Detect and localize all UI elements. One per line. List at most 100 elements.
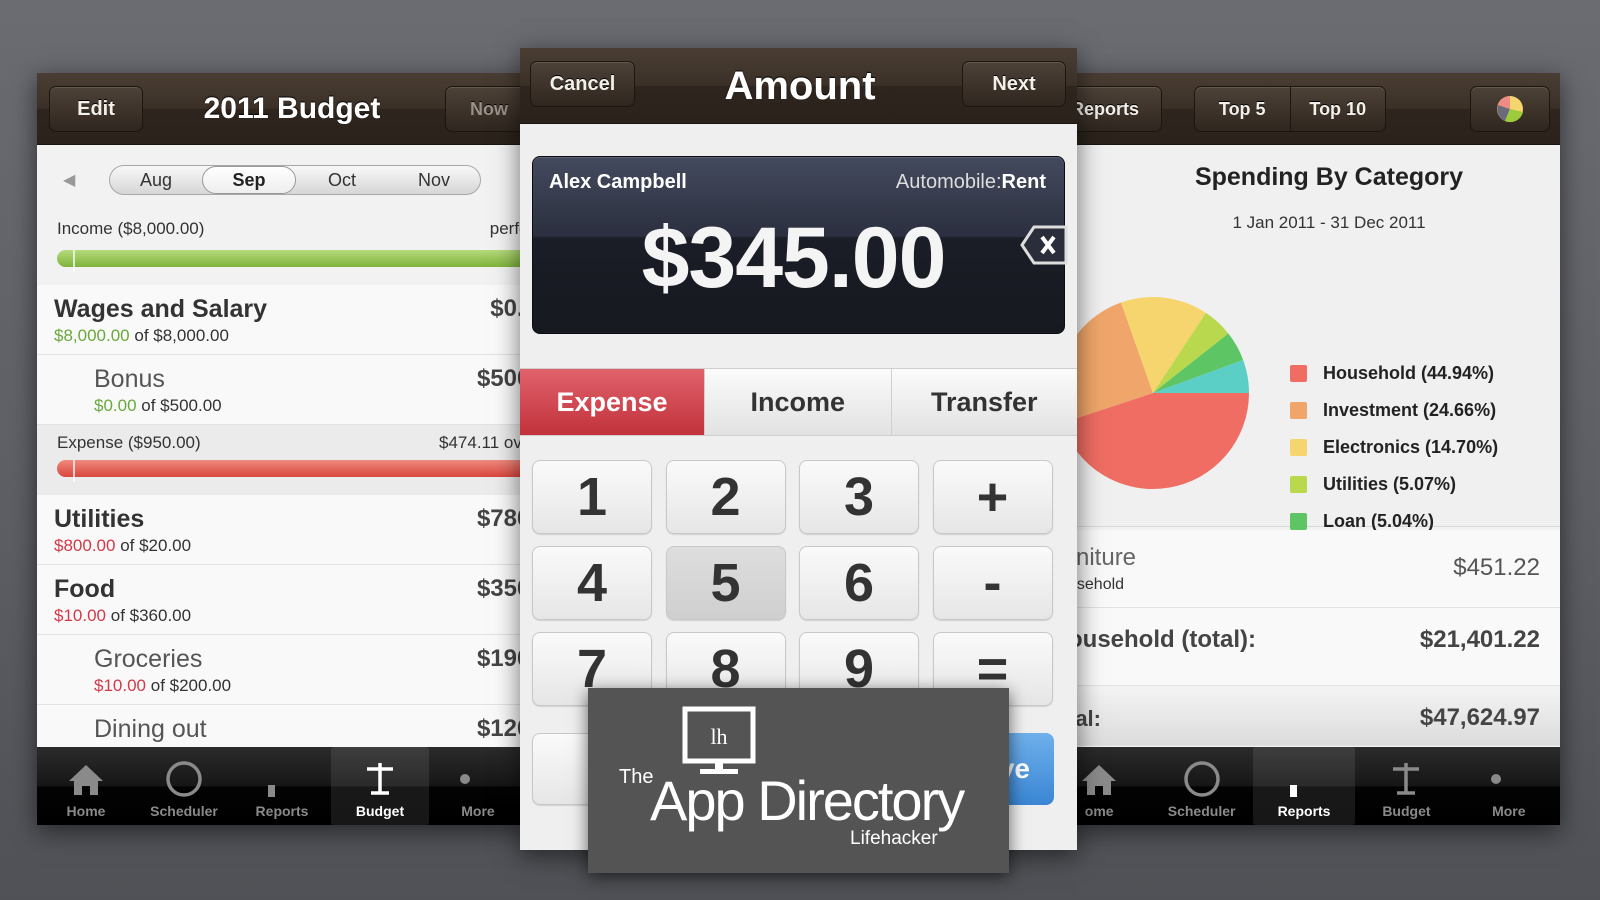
type-income[interactable]: Income [704,369,891,435]
prev-month-arrow[interactable]: ◀ [63,170,75,190]
chart-type-button[interactable] [1470,86,1550,132]
legend-label: Electronics (14.70%) [1323,437,1499,457]
tab-label: Home [66,803,106,819]
tab-label: Budget [355,803,405,819]
budget-row[interactable]: Wages and Salary $8,000.00 of $8,000.00 $0… [37,285,527,355]
key-1[interactable]: 1 [532,460,652,534]
tab-budget[interactable]: Budget [331,747,429,825]
category-name: Rent [1001,171,1046,193]
category-progress: $0.00 of $500.00 [94,396,222,416]
amount-navbar: Cancel Amount Next [520,48,1077,124]
income-progress-bar [57,250,527,272]
chart-subtitle: 1 Jan 2011 - 31 Dec 2011 [1232,213,1426,232]
budget-row[interactable]: Bonus$0.00 of $500.00$500.L [37,355,527,425]
clock-icon [1183,761,1220,797]
key-3[interactable]: 3 [799,460,919,534]
pie-chart [1068,297,1249,489]
tab-reports[interactable]: Reports [233,747,331,825]
the-label: The [619,766,654,788]
type-expense[interactable]: Expense [520,369,704,435]
next-button[interactable]: Next [962,61,1066,107]
tab-label: More [1492,803,1526,819]
tab-ome[interactable]: ome [1068,747,1150,825]
legend-item: Investment (24.66%) [1290,392,1498,429]
budget-row[interactable]: Food$10.00 of $360.00$350.L [37,565,527,635]
category-name: Utilities [54,505,145,533]
legend-item: Utilities (5.07%) [1290,466,1498,503]
expense-header-status: $474.11 over [439,433,527,452]
row-amount: $47,624.97 [1419,704,1540,731]
tab-label: Budget [1382,803,1431,819]
scales-icon [367,763,393,795]
top10-button[interactable]: Top 10 [1291,87,1386,131]
grand-total-row: tal: $47,624.97 [1068,686,1560,746]
tab-reports[interactable]: Reports [1252,747,1356,825]
key-2[interactable]: 2 [665,460,786,534]
budget-amount: of $360.00 [110,606,192,625]
category-progress: $8,000.00 of $8,000.00 [54,326,229,346]
more-icon [1490,774,1501,784]
legend-swatch [1290,402,1307,419]
cancel-button[interactable]: Cancel [530,61,635,107]
budget-screen: Edit 2011 Budget Now ◀ Aug Sep Oct Nov Inco… [37,73,527,825]
row-name: rniture [1068,544,1137,571]
reports-back-button[interactable]: Reports [1068,86,1162,132]
page-title: 2011 Budget [203,92,381,125]
income-header-label: Income ($8,000.00) [57,219,205,238]
now-button[interactable]: Now [445,86,527,132]
payee-label: Alex Campbell [549,171,687,193]
tab-more[interactable]: More [429,747,527,825]
category-progress: $800.00 of $20.00 [54,536,191,556]
legend-label: Household (44.94%) [1323,363,1495,383]
backspace-icon [1020,225,1068,265]
tab-more[interactable]: More [1458,747,1560,825]
key-6[interactable]: 6 [799,546,919,620]
publisher-name: Lifehacker [850,828,938,849]
more-icon [460,774,470,784]
tab-scheduler[interactable]: Scheduler [1150,747,1252,825]
spent-amount: $10.00 [54,606,106,625]
month-oct[interactable]: Oct [296,170,388,191]
legend-label: Loan (5.04%) [1323,511,1435,531]
tab-budget[interactable]: Budget [1355,747,1457,825]
pie-chart-icon [1497,96,1523,123]
key-5[interactable]: 5 [665,546,786,620]
scales-icon [1393,763,1420,795]
row-name: ousehold (total): [1068,626,1256,653]
tab-label: Reports [1277,803,1331,819]
tab-scheduler[interactable]: Scheduler [135,747,233,825]
category-progress: $10.00 of $360.00 [54,606,191,626]
tab-label: Reports [255,803,309,819]
tab-home[interactable]: Home [37,747,135,825]
page-title: Amount [724,63,876,108]
category-name: Dining out [94,715,207,743]
tab-label: ome [1084,803,1114,819]
backspace-button[interactable] [1020,224,1068,266]
expense-header-label: Expense ($950.00) [57,433,201,452]
row-amount: $21,401.22 [1419,626,1540,653]
month-aug[interactable]: Aug [110,170,202,191]
amount-display: Alex Campbell Automobile:Rent $345.00 [532,156,1068,334]
month-nov[interactable]: Nov [388,170,480,191]
type-transfer[interactable]: Transfer [890,369,1078,435]
category-name: Wages and Salary [54,295,268,323]
month-sep[interactable]: Sep [202,166,296,194]
tab-label: Scheduler [150,803,218,819]
edit-button[interactable]: Edit [49,86,143,132]
brand-name: App Directory [650,769,965,832]
report-row[interactable]: rniture usehold $451.22 [1068,530,1560,608]
category-progress: $10.00 of $200.00 [94,676,231,696]
key-minus[interactable]: - [932,546,1053,620]
legend-swatch [1290,513,1307,530]
home-icon [69,765,103,795]
transaction-type-selector: Expense Income Transfer [520,368,1077,436]
key-plus[interactable]: + [932,460,1053,534]
key-4[interactable]: 4 [532,546,652,620]
category-name: Bonus [94,365,165,393]
amount-value: $345.00 [641,210,947,306]
budget-row[interactable]: Utilities$800.00 of $20.00$780.O [37,495,527,565]
top5-button[interactable]: Top 5 [1195,87,1291,131]
tab-bar: ome Scheduler Reports Budget More [1068,747,1560,825]
budget-row[interactable]: Groceries$10.00 of $200.00$190.L [37,635,527,705]
legend-item: Electronics (14.70%) [1290,429,1498,466]
